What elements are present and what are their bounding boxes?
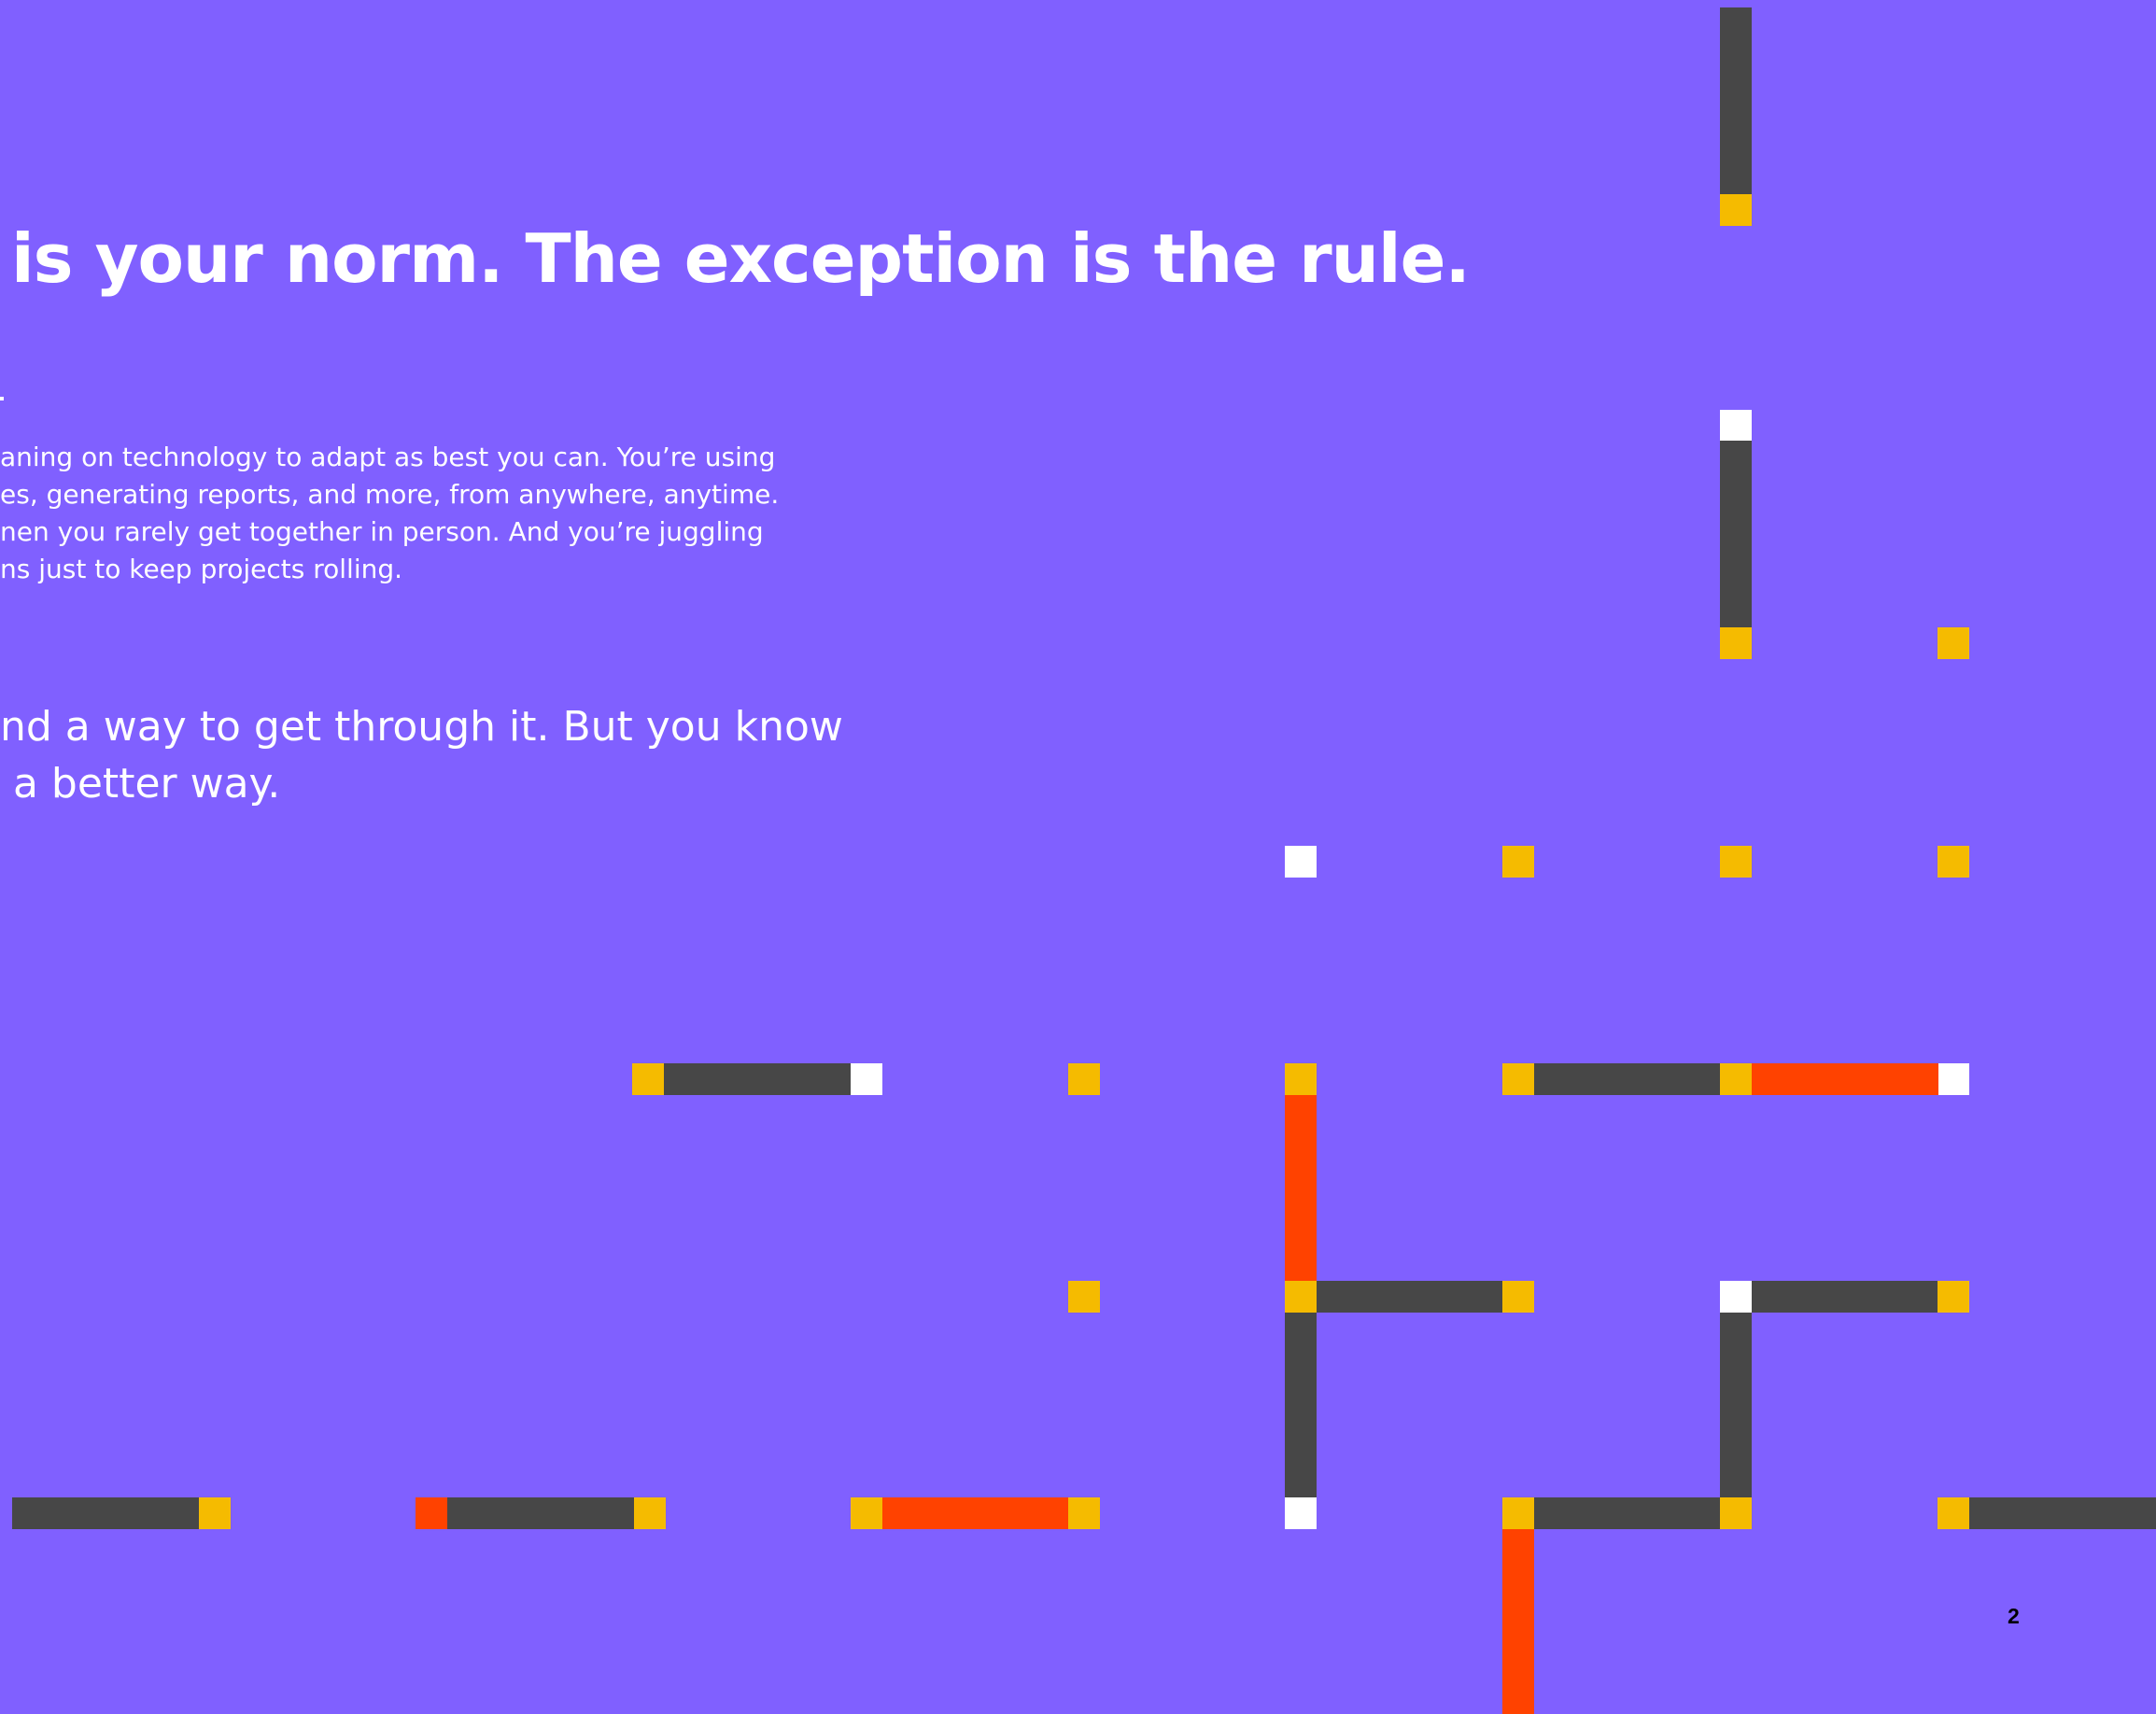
connector-line <box>1720 1313 1752 1497</box>
node <box>1502 1281 1534 1313</box>
node <box>1938 627 1969 659</box>
white-nodes <box>851 410 1969 1529</box>
node <box>1285 1063 1317 1095</box>
body-line: es, generating reports, and more, from a… <box>0 479 780 510</box>
node <box>1720 194 1752 226</box>
node <box>1720 410 1752 441</box>
connector-line <box>1285 1313 1317 1497</box>
connector-line <box>1534 1497 1720 1529</box>
node <box>1720 1497 1752 1529</box>
connector-line <box>1720 7 1752 194</box>
brochure-page: is your norm. The exception is the rule.… <box>0 0 2156 1714</box>
node <box>1285 846 1317 878</box>
node <box>1720 1063 1752 1095</box>
connector-line <box>1969 1497 2156 1529</box>
connector-line <box>1534 1063 1721 1095</box>
node <box>1068 1497 1100 1529</box>
node <box>1720 627 1752 659</box>
node <box>1502 846 1534 878</box>
highlight-line <box>1285 1095 1317 1281</box>
lead-paragraph: nd a way to get through it. But you know… <box>0 698 843 812</box>
lead-line: a better way. <box>0 760 281 808</box>
page-number: 2 <box>2008 1604 2020 1628</box>
node <box>1502 1063 1534 1095</box>
body-line: aning on technology to adapt as best you… <box>0 442 776 472</box>
node <box>1720 1281 1752 1313</box>
body-line: ns just to keep projects rolling. <box>0 554 403 584</box>
node <box>1938 1063 1969 1095</box>
body-line: nen you rarely get together in person. A… <box>0 516 764 547</box>
highlight-line <box>1752 1063 1938 1095</box>
node <box>1285 1281 1317 1313</box>
page-headline: is your norm. The exception is the rule. <box>11 219 1471 298</box>
node <box>1502 1497 1534 1529</box>
connector-line <box>447 1497 634 1529</box>
highlight-line <box>882 1497 1069 1529</box>
node <box>1938 846 1969 878</box>
node <box>632 1063 664 1095</box>
node <box>1068 1281 1100 1313</box>
body-paragraph: aning on technology to adapt as best you… <box>0 439 779 588</box>
connector-line <box>664 1063 851 1095</box>
yellow-nodes <box>199 194 1969 1529</box>
lead-line: nd a way to get through it. But you know <box>0 703 843 751</box>
highlight-line <box>1502 1529 1534 1714</box>
highlight-node <box>416 1497 447 1529</box>
cropped-text-fragment <box>0 397 4 400</box>
node <box>199 1497 231 1529</box>
node <box>634 1497 666 1529</box>
node <box>1285 1497 1317 1529</box>
node <box>1938 1497 1969 1529</box>
connector-line <box>1752 1281 1938 1313</box>
orange-connectors <box>416 1063 1938 1714</box>
connector-line <box>1720 441 1752 627</box>
node <box>851 1063 882 1095</box>
node <box>1720 846 1752 878</box>
node <box>851 1497 882 1529</box>
connector-line <box>12 1497 199 1529</box>
node <box>1938 1281 1969 1313</box>
node <box>1068 1063 1100 1095</box>
connector-line <box>1317 1281 1503 1313</box>
